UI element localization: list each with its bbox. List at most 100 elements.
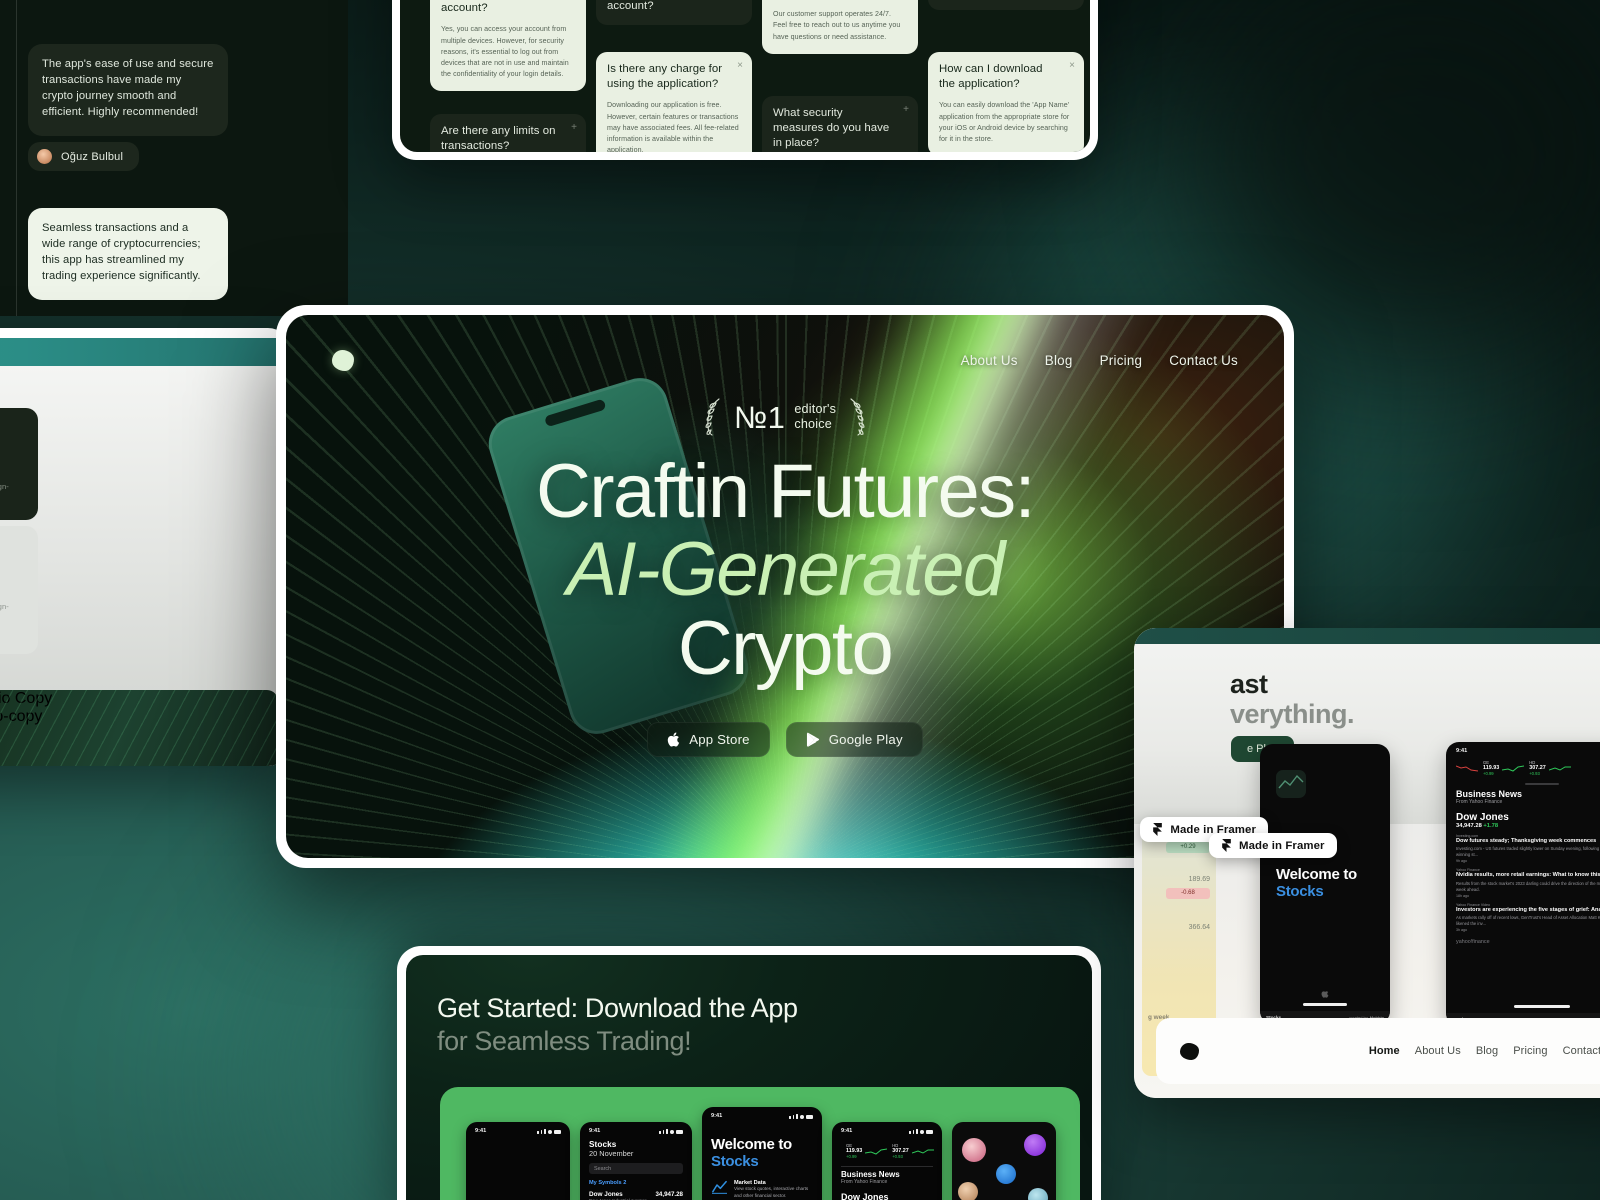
status-bar: 9:41 [1446, 742, 1600, 754]
blog-card-wide[interactable]: How to Create an Effective Design Portfo… [0, 690, 278, 766]
status-bar: 9:41 [702, 1107, 822, 1121]
warm-value: 189.69 [1188, 876, 1210, 883]
close-icon[interactable]: × [737, 61, 743, 71]
feature-desc: View stock quotes, interactive charts an… [734, 1186, 809, 1198]
faq-item[interactable]: × Is there any charge for using the appl… [596, 52, 752, 152]
download-heading-line2: for Seamless Trading! [437, 1026, 692, 1056]
footer-link-blog[interactable]: Blog [1476, 1045, 1498, 1057]
panel-accent-bar [0, 338, 290, 366]
ticker-change: +0.93 [892, 1154, 903, 1159]
news-article[interactable]: Yahoo Finance Video Investors are experi… [1456, 903, 1600, 932]
sparkline-icon [1502, 765, 1525, 772]
stocks-list-body: Stocks 20 November Search My Symbols 2 D… [580, 1136, 692, 1200]
badge-subtitle: editor's choice [794, 402, 836, 433]
hero-title: Craftin Futures: AI-Generated Crypto [286, 449, 1284, 688]
news-article[interactable]: Yahoo Finance Nvidia results, more retai… [1456, 868, 1600, 897]
ticker-strip: GE 119.93 +0.99 HD 307.27 +0.93 [1456, 757, 1600, 781]
faq-answer: Yes, you can access your account from mu… [441, 25, 569, 79]
faq-question: security of my account? [607, 0, 654, 13]
search-input[interactable]: Search [589, 1163, 683, 1174]
status-time: 9:41 [475, 1128, 487, 1134]
status-icons [789, 1113, 813, 1119]
stocks-date: 20 November [589, 1149, 634, 1158]
status-icons [909, 1128, 933, 1134]
hero-screen: About Us Blog Pricing Contact Us №1 edit… [286, 315, 1284, 858]
ticker: HD 307.27 +0.93 [1529, 760, 1571, 776]
right-phone-news: 9:41 GE 119.93 +0.99 HD 307.27 +0.93 Bus… [1446, 742, 1600, 1026]
status-icons [537, 1128, 561, 1134]
warm-change: -0.68 [1166, 888, 1210, 899]
faq-question: Is there any charge for using the applic… [607, 63, 723, 91]
app-store-button[interactable]: App Store [647, 721, 770, 757]
blog-card-slug: how-to-create-an-effective-design-portfo… [0, 602, 9, 611]
blog-card[interactable]: How to Create an Effective Design Portfo… [0, 408, 38, 520]
blog-card-title: How to Create an Effective Design Portfo… [0, 422, 26, 470]
stock-value: 34,947.28 [655, 1191, 683, 1198]
leaf-logo-icon[interactable] [1180, 1042, 1199, 1060]
mini-phone-stocks-list: 9:41 Stocks 20 November Search My Symbol… [580, 1122, 692, 1200]
nav-link-contact-us[interactable]: Contact Us [1169, 353, 1238, 368]
faq-question: What security measures do you have in pl… [773, 107, 890, 150]
article-title: Investors are experiencing the five stag… [1456, 906, 1600, 913]
faq-item[interactable]: can I buy and sell? [928, 0, 1084, 11]
news-article[interactable]: Investing.com Dow futures steady; Thanks… [1456, 834, 1600, 863]
testimonial-card[interactable]: The app's ease of use and secure transac… [28, 44, 228, 136]
article-age: 3h ago [1456, 928, 1467, 933]
welcome-line2: Stocks [1276, 883, 1324, 901]
index-value-row: 34,947.28 +1.78 [1456, 823, 1600, 829]
made-in-framer-badge[interactable]: Made in Framer [1209, 833, 1337, 858]
status-icons [659, 1128, 683, 1134]
welcome-body: Welcome to Stocks Market Data View stock… [702, 1121, 822, 1200]
search-placeholder: Search [594, 1165, 612, 1172]
hero-nav-links: About Us Blog Pricing Contact Us [961, 353, 1238, 368]
faq-item[interactable]: security of my account? [596, 0, 752, 26]
hero-title-line2: AI-Generated [566, 527, 1005, 613]
blog-panel: Create a Landing Page That Performs Grea… [0, 328, 290, 766]
news-source: From Yahoo Finance [1456, 799, 1503, 805]
article-title: Dow futures steady; Thanksgiving week co… [1456, 838, 1597, 844]
drag-handle[interactable] [1525, 783, 1559, 785]
apple-icon [1321, 985, 1330, 998]
expand-icon[interactable]: + [571, 123, 577, 133]
faq-item[interactable]: + Are there any limits on transactions? [430, 114, 586, 152]
framer-badge-label: Made in Framer [1239, 839, 1325, 852]
faq-item[interactable]: × How can I download the application? Yo… [928, 52, 1084, 152]
faq-item[interactable]: + What security measures do you have in … [762, 96, 918, 152]
google-play-button[interactable]: Google Play [785, 721, 923, 757]
hero-title-line1: Craftin Futures: [535, 449, 1036, 534]
stock-row[interactable]: Dow Jones Dow Jones Industrial Average 3… [589, 1191, 683, 1200]
faq-item[interactable]: with the same account? Yes, you can acce… [430, 0, 586, 92]
blog-sheet: Create a Landing Page That Performs Grea… [0, 366, 290, 766]
ticker-strip: GE 119.93 +0.99 HD 307.27 +0.93 [841, 1140, 934, 1164]
index-name: Dow Jones [841, 1192, 889, 1200]
testimonial-card[interactable]: Seamless transactions and a wide range o… [28, 208, 228, 300]
footer-link-home[interactable]: Home [1369, 1045, 1400, 1057]
circuit-pattern [0, 690, 278, 766]
footer-link-pricing[interactable]: Pricing [1513, 1045, 1547, 1057]
contact-avatar [996, 1164, 1016, 1184]
blog-card[interactable]: How to Create an Effective Design Portfo… [0, 526, 38, 654]
testimonials-slab: pp's seamless e transactions; it's r has… [0, 0, 348, 316]
footer-link-about-us[interactable]: About Us [1415, 1045, 1461, 1057]
phone-showcase-tray: 9:41 9:41 Stocks 20 November Search My S… [440, 1087, 1080, 1200]
faq-question: with the same account? [441, 2, 488, 15]
close-icon[interactable]: × [1069, 61, 1075, 71]
sparkline-icon [1456, 765, 1478, 771]
status-time: 9:41 [711, 1113, 723, 1119]
testimonial-column-right: The app's ease of use and secure transac… [28, 0, 240, 316]
stock-name: Dow Jones [589, 1191, 623, 1198]
nav-link-about-us[interactable]: About Us [961, 353, 1018, 368]
footer-link-contact-us[interactable]: Contact Us [1563, 1045, 1600, 1057]
expand-icon[interactable]: + [903, 105, 909, 115]
column-divider [16, 0, 17, 316]
leaf-logo-icon[interactable] [332, 349, 354, 371]
sparkline-icon [911, 1149, 934, 1154]
index-name: Dow Jones [1456, 812, 1509, 823]
status-time: 9:41 [841, 1128, 853, 1134]
index-value: 34,947.28 [1456, 823, 1482, 829]
ticker-change: +0.93 [1529, 771, 1540, 776]
nav-link-pricing[interactable]: Pricing [1100, 353, 1143, 368]
faq-item[interactable]: support hours? Our customer support oper… [762, 0, 918, 54]
download-screen: Get Started: Download the App for Seamle… [406, 955, 1092, 1200]
nav-link-blog[interactable]: Blog [1045, 353, 1073, 368]
